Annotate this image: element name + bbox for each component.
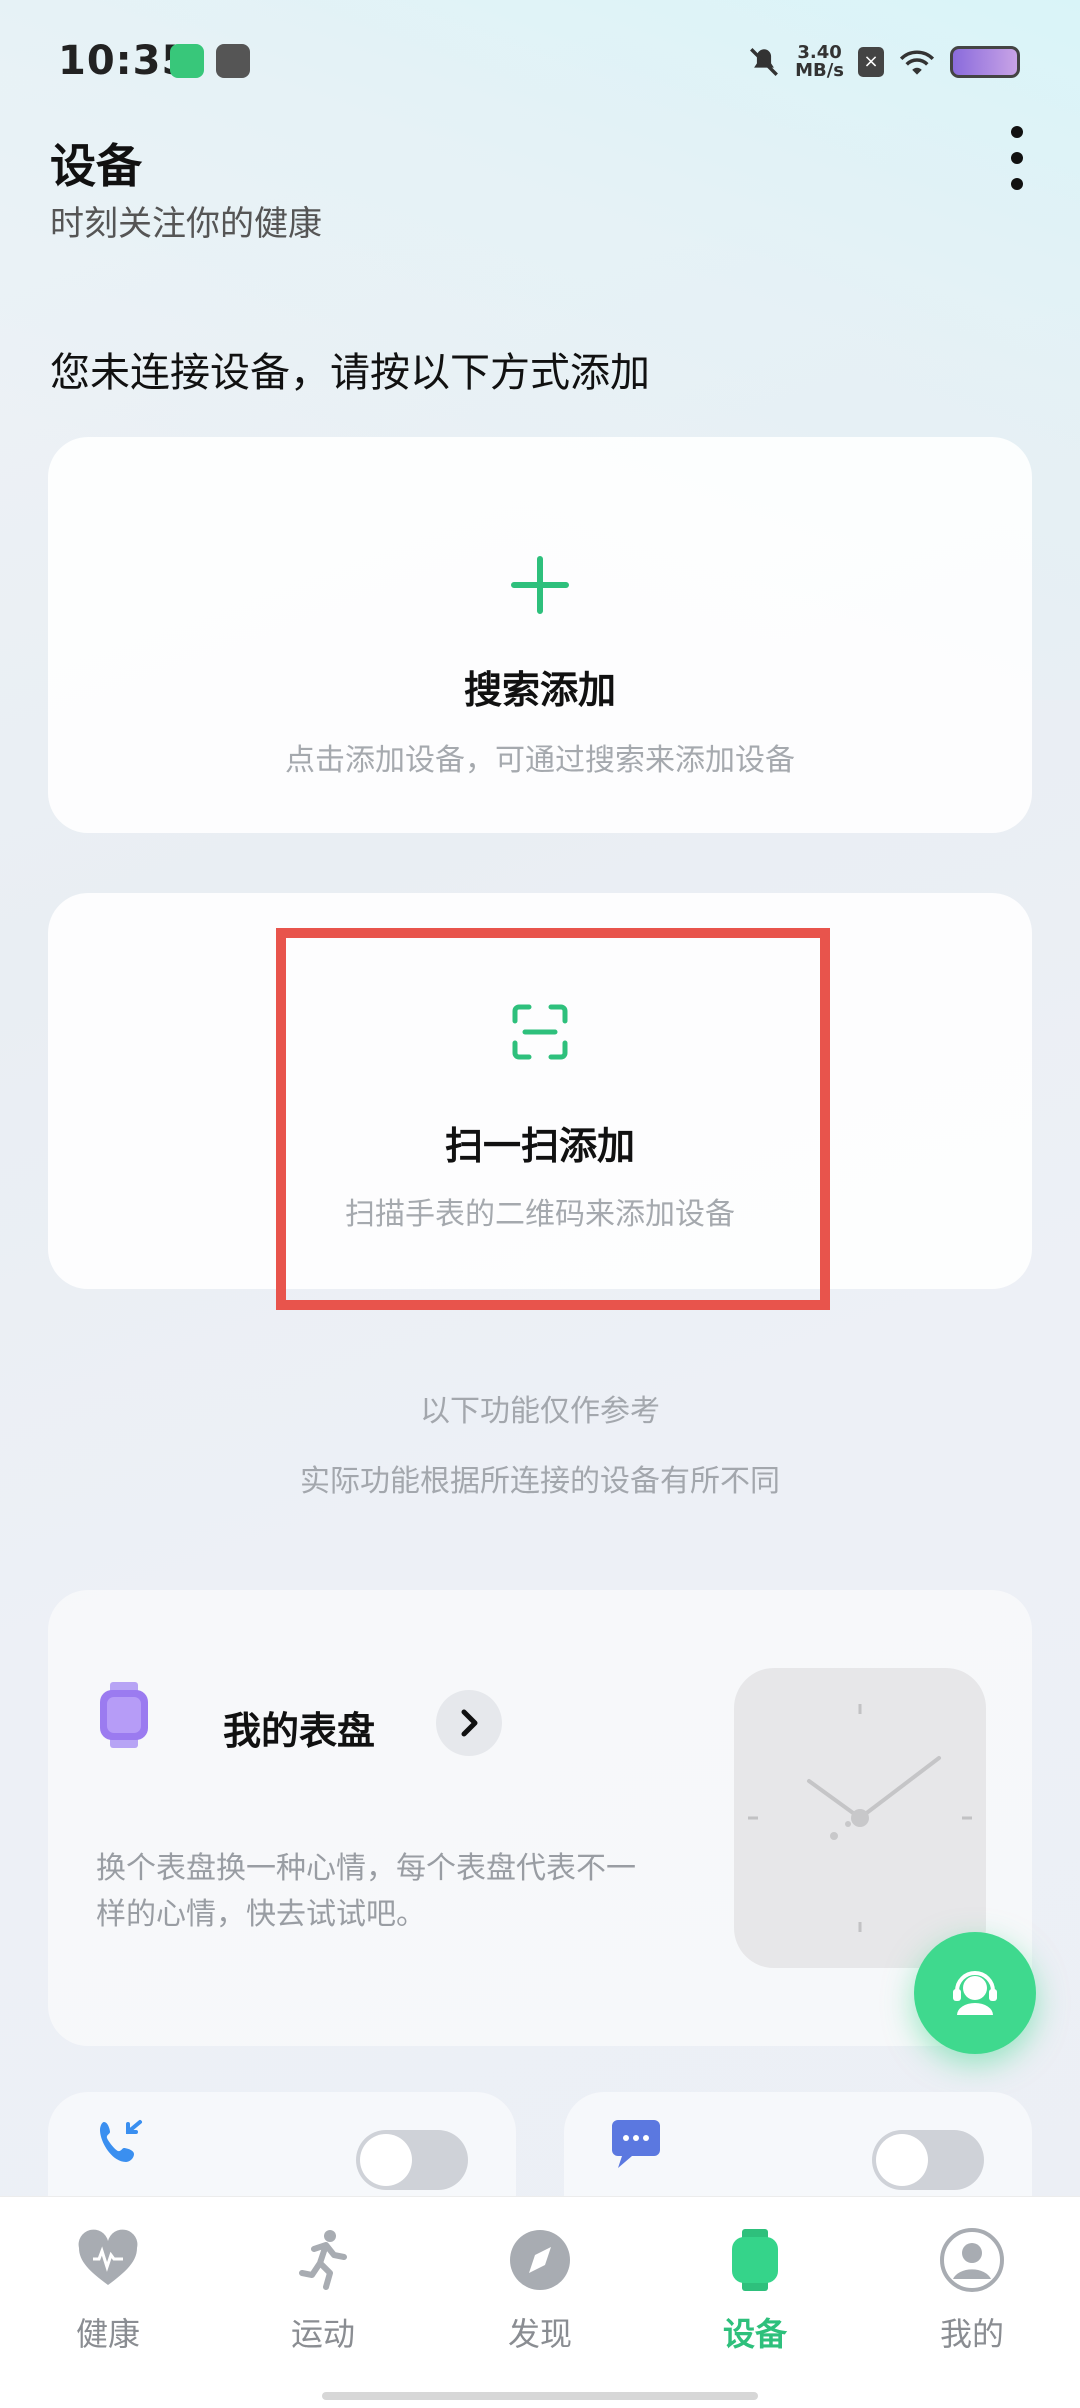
- message-toggle[interactable]: [872, 2130, 984, 2190]
- more-dot-icon: [1011, 126, 1023, 138]
- watch-face-title: 我的表盘: [223, 1709, 376, 1753]
- watch-face-desc: 换个表盘换一种心情，每个表盘代表不一样的心情，快去试试吧。: [96, 1851, 636, 1932]
- reference-note-detail: 实际功能根据所连接的设备有所不同: [300, 1464, 780, 1499]
- battery-icon: [950, 46, 1020, 78]
- customer-service-button[interactable]: [914, 1932, 1036, 2054]
- call-toggle[interactable]: [356, 2130, 468, 2190]
- status-right: 3.40 MB/s ×: [747, 40, 1020, 84]
- nav-label-sports: 运动: [290, 2315, 355, 2353]
- nav-label-device: 设备: [722, 2315, 787, 2353]
- reference-note: 以下功能仅作参考: [420, 1394, 660, 1429]
- heart-icon: [78, 2229, 138, 2285]
- home-indicator[interactable]: [322, 2392, 758, 2400]
- search-add-title: 搜索添加: [463, 668, 616, 712]
- network-speed: 3.40 MB/s: [795, 44, 844, 80]
- notification-box-icon: [216, 44, 250, 78]
- call-icon: [100, 2120, 142, 2162]
- more-dot-icon: [1011, 152, 1023, 164]
- headset-icon: [953, 1971, 997, 2015]
- speed-unit: MB/s: [795, 60, 844, 81]
- more-options-button[interactable]: [995, 120, 1039, 196]
- sim-off-icon: ×: [858, 47, 884, 77]
- connect-prompt: 您未连接设备，请按以下方式添加: [50, 350, 650, 396]
- chevron-right-icon: [461, 1709, 478, 1737]
- clock-icon: [748, 1704, 972, 1932]
- search-add-card[interactable]: 搜索添加 点击添加设备，可通过搜索来添加设备: [48, 437, 1032, 833]
- nav-item-device[interactable]: 设备: [675, 2227, 835, 2355]
- page-subtitle: 时刻关注你的健康: [50, 204, 322, 244]
- nav-label-discover: 发现: [507, 2315, 572, 2353]
- more-dot-icon: [1011, 178, 1023, 190]
- nav-item-sports[interactable]: 运动: [243, 2227, 403, 2355]
- compass-icon: [510, 2230, 570, 2290]
- mute-icon: [750, 48, 779, 76]
- bottom-nav: 健康 运动 发现 设备 我的: [0, 2196, 1080, 2408]
- nav-label-me: 我的: [939, 2315, 1004, 2353]
- running-app-icon: [170, 44, 204, 78]
- watch-face-arrow-button[interactable]: [436, 1690, 502, 1756]
- watch-face-preview: [734, 1668, 986, 1968]
- toggle-knob: [876, 2134, 928, 2186]
- running-icon: [299, 2230, 347, 2290]
- watch-icon: [732, 2229, 778, 2291]
- profile-icon: [940, 2228, 1004, 2292]
- watch-icon: [100, 1682, 148, 1748]
- nav-item-discover[interactable]: 发现: [460, 2227, 620, 2355]
- highlight-box: [276, 928, 830, 1310]
- search-add-desc: 点击添加设备，可通过搜索来添加设备: [285, 743, 795, 778]
- wifi-icon: [899, 50, 935, 75]
- toggle-knob: [360, 2134, 412, 2186]
- watch-face-card[interactable]: 我的表盘 换个表盘换一种心情，每个表盘代表不一样的心情，快去试试吧。: [48, 1590, 1032, 2046]
- status-bar: 10:35 3.40 MB/s ×: [0, 0, 1080, 120]
- nav-item-me[interactable]: 我的: [892, 2227, 1052, 2355]
- nav-item-health[interactable]: 健康: [28, 2227, 188, 2355]
- message-icon: [612, 2120, 660, 2168]
- plus-icon: [511, 556, 569, 614]
- nav-label-health: 健康: [75, 2315, 140, 2353]
- page-title: 设备: [50, 139, 142, 193]
